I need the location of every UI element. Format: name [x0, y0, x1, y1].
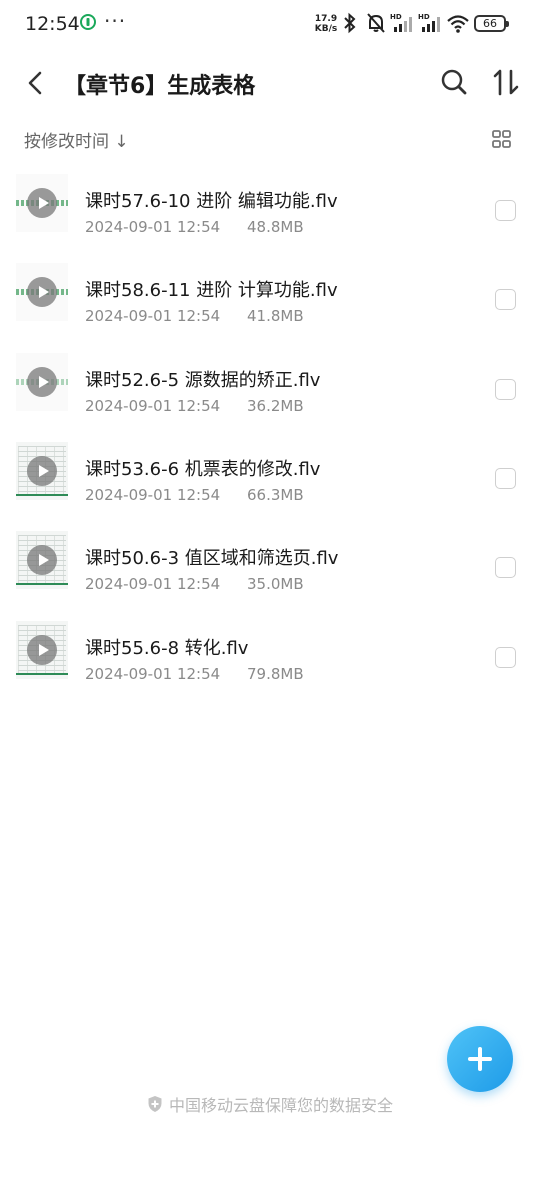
- search-icon: [441, 69, 467, 95]
- status-time: 12:54: [25, 13, 80, 35]
- file-row[interactable]: 课时52.6-5 源数据的矫正.flv 2024-09-01 12:54 36.…: [0, 337, 540, 426]
- video-thumbnail: [16, 353, 68, 411]
- select-checkbox[interactable]: [495, 379, 516, 400]
- sort-toggle-button[interactable]: [490, 64, 522, 100]
- shield-icon: [148, 1096, 162, 1112]
- select-checkbox[interactable]: [495, 647, 516, 668]
- mute-bell-icon: [366, 12, 386, 38]
- search-button[interactable]: [438, 66, 470, 98]
- play-icon: [27, 277, 57, 307]
- file-name: 课时57.6-10 进阶 编辑功能.flv: [85, 191, 338, 212]
- signal-hd-2-icon: HD: [418, 12, 442, 38]
- signal-hd-1-icon: HD: [390, 12, 414, 38]
- bluetooth-icon: [342, 12, 358, 38]
- file-row[interactable]: 课时53.6-6 机票表的修改.flv 2024-09-01 12:54 66.…: [0, 426, 540, 515]
- select-checkbox[interactable]: [495, 557, 516, 578]
- file-name: 课时53.6-6 机票表的修改.flv: [85, 459, 321, 480]
- play-icon: [27, 188, 57, 218]
- file-row[interactable]: 课时57.6-10 进阶 编辑功能.flv 2024-09-01 12:54 4…: [0, 158, 540, 247]
- video-thumbnail: [16, 442, 68, 500]
- add-button[interactable]: [447, 1026, 513, 1092]
- play-icon: [27, 367, 57, 397]
- back-button[interactable]: [18, 66, 52, 100]
- security-footer: 中国移动云盘保障您的数据安全: [0, 1092, 540, 1116]
- file-size: 36.2MB: [247, 397, 304, 415]
- file-row[interactable]: 课时55.6-8 转化.flv 2024-09-01 12:54 79.8MB: [0, 605, 540, 694]
- file-date: 2024-09-01 12:54: [85, 486, 221, 504]
- app-header: 【章节6】生成表格: [0, 48, 540, 118]
- play-icon: [27, 456, 57, 486]
- file-size: 48.8MB: [247, 218, 304, 236]
- sort-by-modified-time[interactable]: 按修改时间 ↓: [24, 127, 129, 152]
- file-row[interactable]: 课时58.6-11 进阶 计算功能.flv 2024-09-01 12:54 4…: [0, 247, 540, 336]
- file-date: 2024-09-01 12:54: [85, 397, 221, 415]
- file-date: 2024-09-01 12:54: [85, 575, 221, 593]
- more-notifications-icon: ···: [104, 9, 127, 33]
- grid-view-icon: [492, 130, 511, 148]
- select-checkbox[interactable]: [495, 289, 516, 310]
- video-thumbnail: [16, 531, 68, 589]
- video-thumbnail: [16, 174, 68, 232]
- file-row[interactable]: 课时50.6-3 值区域和筛选页.flv 2024-09-01 12:54 35…: [0, 515, 540, 604]
- grid-view-button[interactable]: [490, 127, 514, 151]
- file-name: 课时55.6-8 转化.flv: [85, 638, 249, 659]
- file-size: 66.3MB: [247, 486, 304, 504]
- video-thumbnail: [16, 263, 68, 321]
- play-icon: [27, 635, 57, 665]
- svg-text:HD: HD: [418, 13, 430, 21]
- security-footer-text: 中国移动云盘保障您的数据安全: [168, 1096, 393, 1115]
- file-size: 79.8MB: [247, 665, 304, 683]
- select-checkbox[interactable]: [495, 468, 516, 489]
- chevron-left-icon: [28, 71, 42, 95]
- sort-arrows-icon: [493, 69, 519, 96]
- app-notification-icon: [80, 14, 96, 34]
- file-date: 2024-09-01 12:54: [85, 307, 221, 325]
- file-name: 课时52.6-5 源数据的矫正.flv: [85, 370, 321, 391]
- select-checkbox[interactable]: [495, 200, 516, 221]
- file-date: 2024-09-01 12:54: [85, 218, 221, 236]
- wifi-icon: [446, 12, 470, 38]
- sort-bar: 按修改时间 ↓: [0, 118, 540, 158]
- network-speed: 17.9 KB/s: [314, 14, 338, 34]
- play-icon: [27, 545, 57, 575]
- file-name: 课时58.6-11 进阶 计算功能.flv: [85, 280, 338, 301]
- svg-text:HD: HD: [390, 13, 402, 21]
- status-bar: 12:54 ··· 17.9 KB/s HD HD 66: [0, 0, 540, 48]
- file-size: 41.8MB: [247, 307, 304, 325]
- page-title: 【章节6】生成表格: [64, 74, 256, 99]
- file-size: 35.0MB: [247, 575, 304, 593]
- battery-indicator: 66: [474, 15, 509, 32]
- file-name: 课时50.6-3 值区域和筛选页.flv: [85, 548, 339, 569]
- file-date: 2024-09-01 12:54: [85, 665, 221, 683]
- video-thumbnail: [16, 621, 68, 679]
